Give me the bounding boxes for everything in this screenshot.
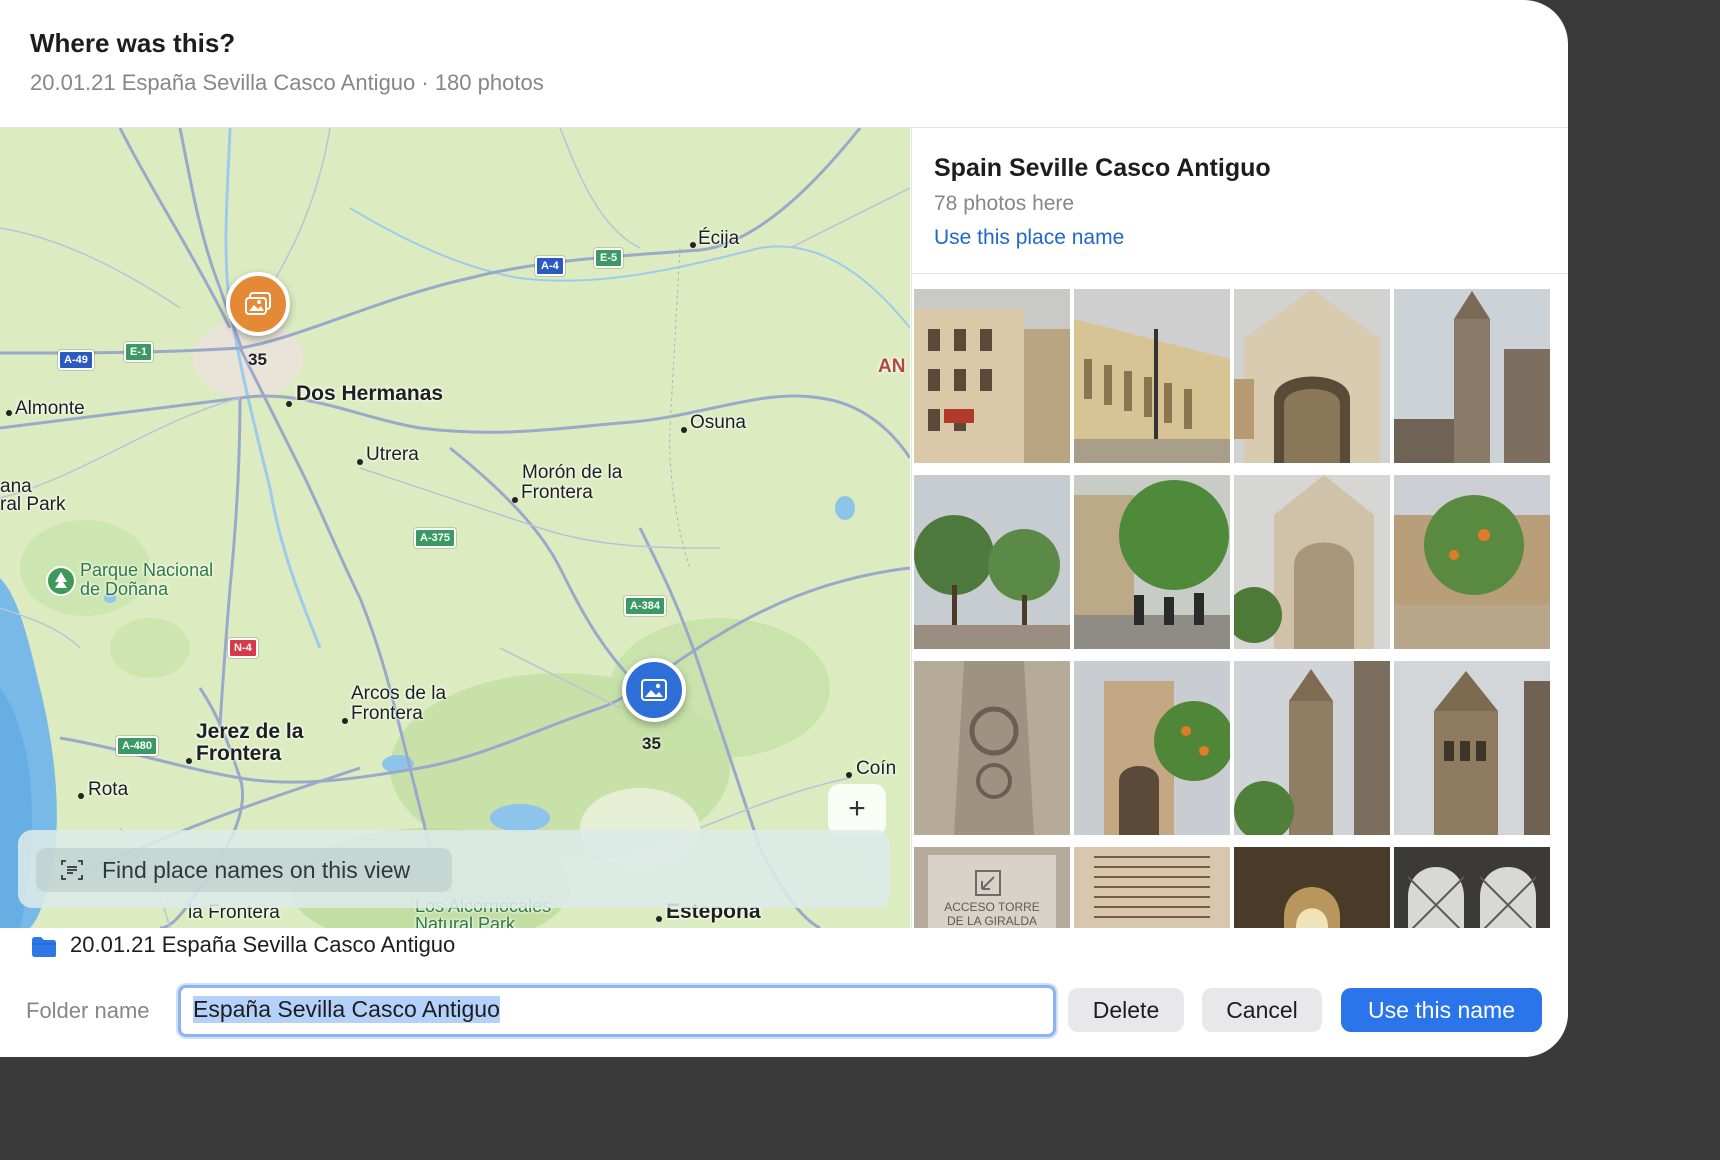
photo-thumbnail[interactable] bbox=[1074, 847, 1230, 928]
photo-pin-ronda[interactable] bbox=[622, 658, 686, 722]
map-dot-estepona bbox=[656, 916, 662, 922]
find-place-names-button[interactable]: Find place names on this view bbox=[36, 848, 452, 892]
pin-count-sevilla: 35 bbox=[248, 350, 267, 369]
photo-thumbnail[interactable] bbox=[1394, 289, 1550, 463]
photo-icon bbox=[641, 679, 667, 701]
road-shield-a480: A-480 bbox=[116, 736, 158, 756]
map-label-almonte: Almonte bbox=[15, 398, 85, 419]
photo-thumbnail[interactable] bbox=[1074, 661, 1230, 835]
map-dot-utrera bbox=[357, 459, 363, 465]
folder-name-value: España Sevilla Casco Antiguo bbox=[193, 996, 500, 1023]
folder-path: 20.01.21 España Sevilla Casco Antiguo bbox=[70, 932, 456, 957]
photo-thumbnail[interactable] bbox=[914, 661, 1070, 835]
road-shield-e5: E-5 bbox=[594, 248, 624, 268]
sign-text-line1: ACCESO TORRE bbox=[944, 900, 1040, 914]
map-label-ecija: Écija bbox=[698, 228, 740, 249]
map-label-alcornocales-line2: Natural Park bbox=[415, 914, 516, 928]
road-shield-e1: E-1 bbox=[124, 342, 154, 362]
photo-thumbnail[interactable] bbox=[1074, 289, 1230, 463]
road-shield-a384: A-384 bbox=[624, 596, 666, 616]
place-name: Spain Seville Casco Antiguo bbox=[934, 154, 1271, 182]
photo-thumbnail[interactable] bbox=[1234, 847, 1390, 928]
photos-stack-icon bbox=[245, 292, 271, 315]
pin-count-ronda: 35 bbox=[642, 734, 661, 753]
map-label-utrera: Utrera bbox=[366, 444, 419, 465]
use-this-name-button[interactable]: Use this name bbox=[1341, 988, 1542, 1032]
map-label-donana-line1: Parque Nacional bbox=[80, 560, 214, 580]
map-label-rota: Rota bbox=[88, 779, 129, 800]
map-dot-coin bbox=[846, 772, 852, 778]
place-panel: Spain Seville Casco Antiguo 78 photos he… bbox=[911, 128, 1568, 928]
zoom-in-button[interactable]: + bbox=[828, 784, 886, 836]
find-place-names-bar: Find place names on this view bbox=[18, 830, 890, 908]
map-label-dos-hermanas: Dos Hermanas bbox=[296, 382, 444, 405]
map-label-osuna: Osuna bbox=[690, 412, 746, 433]
place-photo-count: 78 photos here bbox=[934, 192, 1075, 215]
park-tree-icon bbox=[46, 566, 76, 596]
map-label-coin: Coín bbox=[856, 758, 897, 779]
photo-thumbnail[interactable]: ACCESO TORRE DE LA GIRALDA bbox=[914, 847, 1070, 928]
photo-pin-sevilla[interactable] bbox=[226, 272, 290, 336]
map-label-arcos-line2: Frontera bbox=[351, 703, 423, 724]
folder-name-input[interactable]: España Sevilla Casco Antiguo bbox=[178, 985, 1056, 1037]
photo-thumbnail[interactable] bbox=[914, 289, 1070, 463]
road-shield-n4: N-4 bbox=[228, 638, 258, 658]
photo-thumbnail[interactable] bbox=[1394, 847, 1550, 928]
map-label-jerez-line1: Jerez de la bbox=[196, 720, 304, 743]
photo-thumbnail[interactable] bbox=[1394, 661, 1550, 835]
map-dot-ecija bbox=[690, 242, 696, 248]
map-view[interactable]: A-4 E-5 A-49 E-1 A-375 A-384 N-4 A-480 É… bbox=[0, 128, 910, 928]
map-dot-dos-hermanas bbox=[286, 401, 292, 407]
map-label-edge-an: AN bbox=[878, 356, 906, 377]
photo-thumbnail[interactable] bbox=[1234, 661, 1390, 835]
map-label-donana-line2: de Doñana bbox=[80, 579, 169, 599]
road-shield-a49: A-49 bbox=[58, 350, 94, 370]
find-place-names-label: Find place names on this view bbox=[102, 856, 411, 883]
map-dot-moron bbox=[512, 497, 518, 503]
road-shield-a4: A-4 bbox=[535, 256, 565, 276]
map-label-moron-line1: Morón de la bbox=[522, 462, 623, 483]
folder-icon bbox=[32, 937, 56, 957]
cancel-button[interactable]: Cancel bbox=[1202, 988, 1322, 1032]
place-divider bbox=[912, 273, 1568, 274]
photo-thumbnail[interactable] bbox=[914, 475, 1070, 649]
photo-thumbnail[interactable] bbox=[1234, 289, 1390, 463]
map-dot-rota bbox=[78, 793, 84, 799]
map-label-arcos-line1: Arcos de la bbox=[351, 683, 447, 704]
map-dot-jerez bbox=[186, 758, 192, 764]
text-scan-icon bbox=[61, 860, 83, 880]
map-dot-arcos bbox=[342, 718, 348, 724]
map-label-moron-line2: Frontera bbox=[521, 482, 593, 503]
photo-thumbnail[interactable] bbox=[1074, 475, 1230, 649]
map-label-jerez-line2: Frontera bbox=[196, 742, 282, 765]
photo-thumbnail[interactable] bbox=[1234, 475, 1390, 649]
road-shield-a375: A-375 bbox=[414, 528, 456, 548]
use-place-name-link[interactable]: Use this place name bbox=[934, 226, 1124, 250]
photo-thumbnail[interactable] bbox=[1394, 475, 1550, 649]
map-dot-almonte bbox=[6, 410, 12, 416]
footer: 20.01.21 España Sevilla Casco Antiguo Fo… bbox=[0, 928, 1568, 1057]
map-label-edge-park: ral Park bbox=[0, 494, 66, 515]
map-dot-osuna bbox=[681, 427, 687, 433]
delete-button[interactable]: Delete bbox=[1068, 988, 1184, 1032]
sign-text-line2: DE LA GIRALDA bbox=[947, 914, 1037, 928]
dialog-title: Where was this? bbox=[30, 28, 236, 58]
dialog-subtitle: 20.01.21 España Sevilla Casco Antiguo · … bbox=[30, 70, 544, 95]
folder-name-label: Folder name bbox=[26, 998, 150, 1023]
where-was-this-dialog: Where was this? 20.01.21 España Sevilla … bbox=[0, 0, 1568, 1057]
